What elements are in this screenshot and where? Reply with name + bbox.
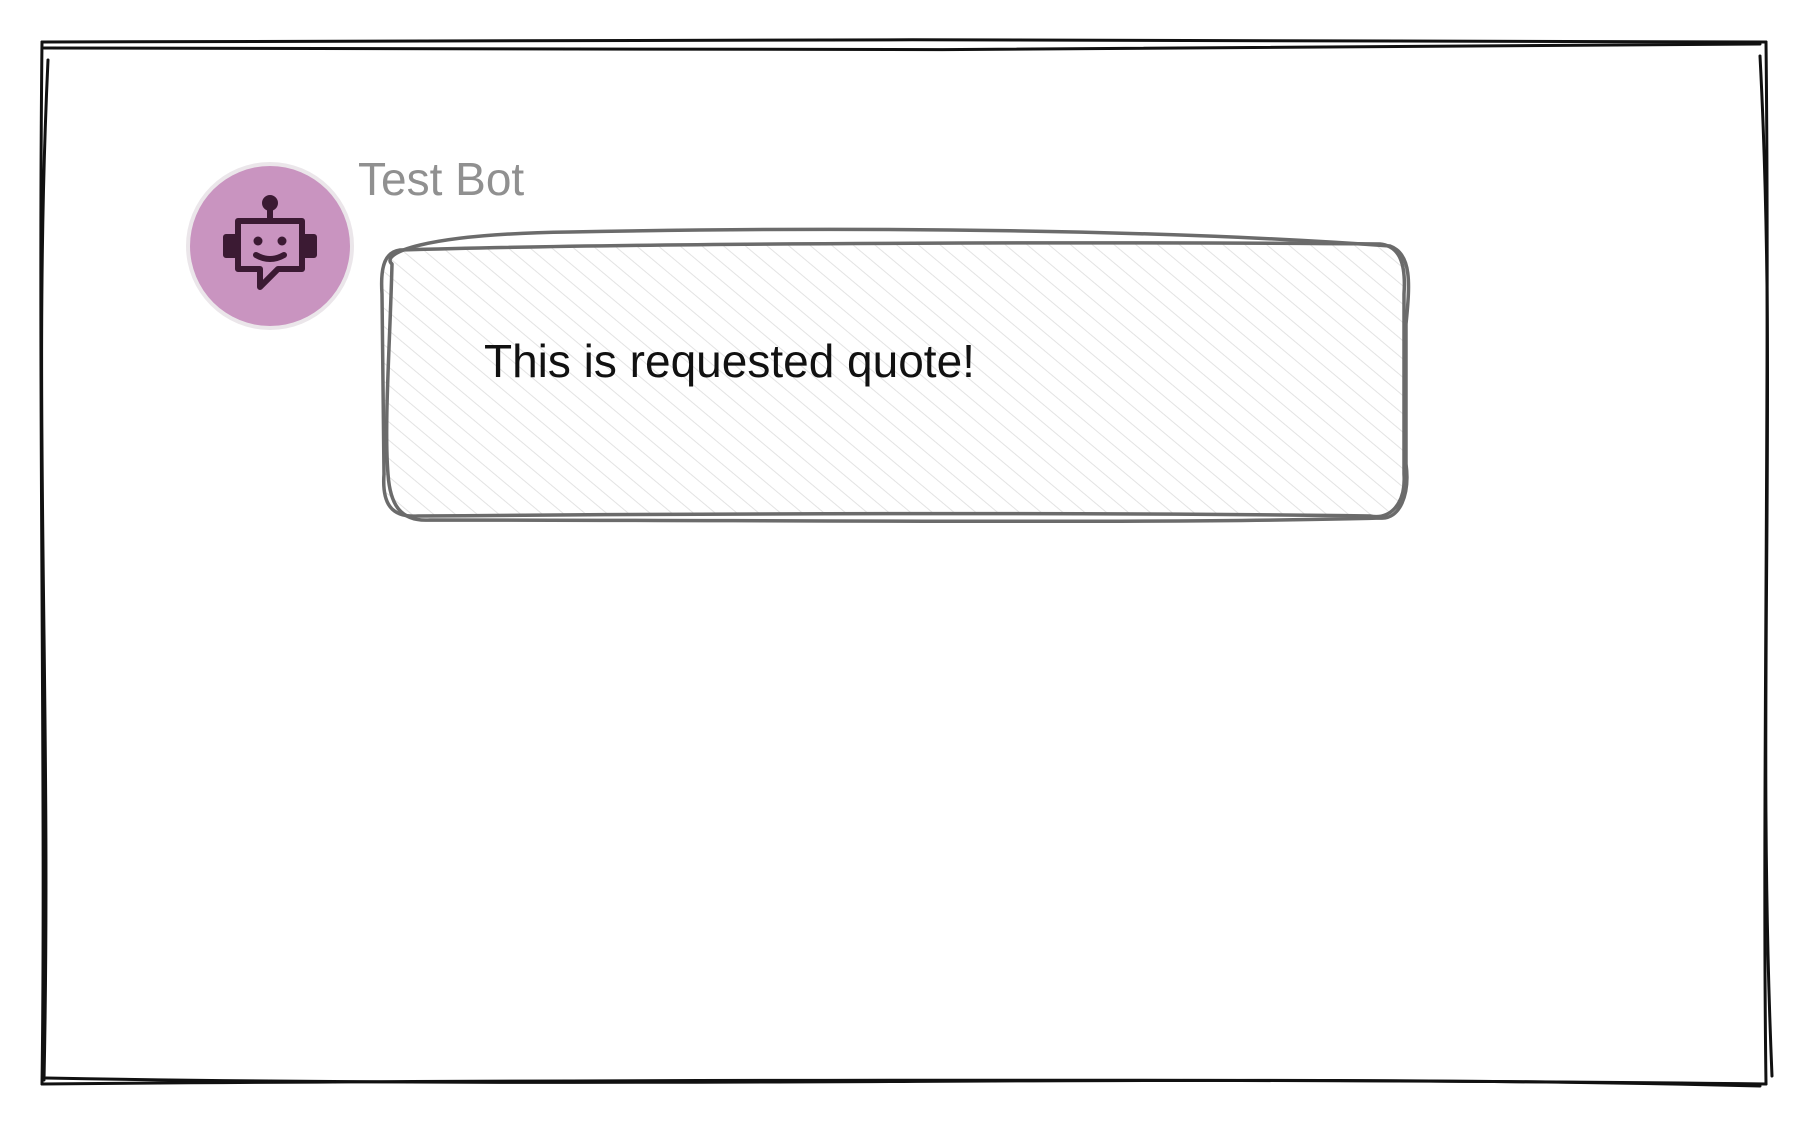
bot-avatar bbox=[190, 166, 350, 326]
message-text: This is requested quote! bbox=[484, 335, 975, 387]
chat-window: Test Bot This is requested quote! bbox=[0, 0, 1808, 1124]
sender-name: Test Bot bbox=[358, 153, 525, 205]
robot-chat-icon bbox=[223, 195, 317, 290]
